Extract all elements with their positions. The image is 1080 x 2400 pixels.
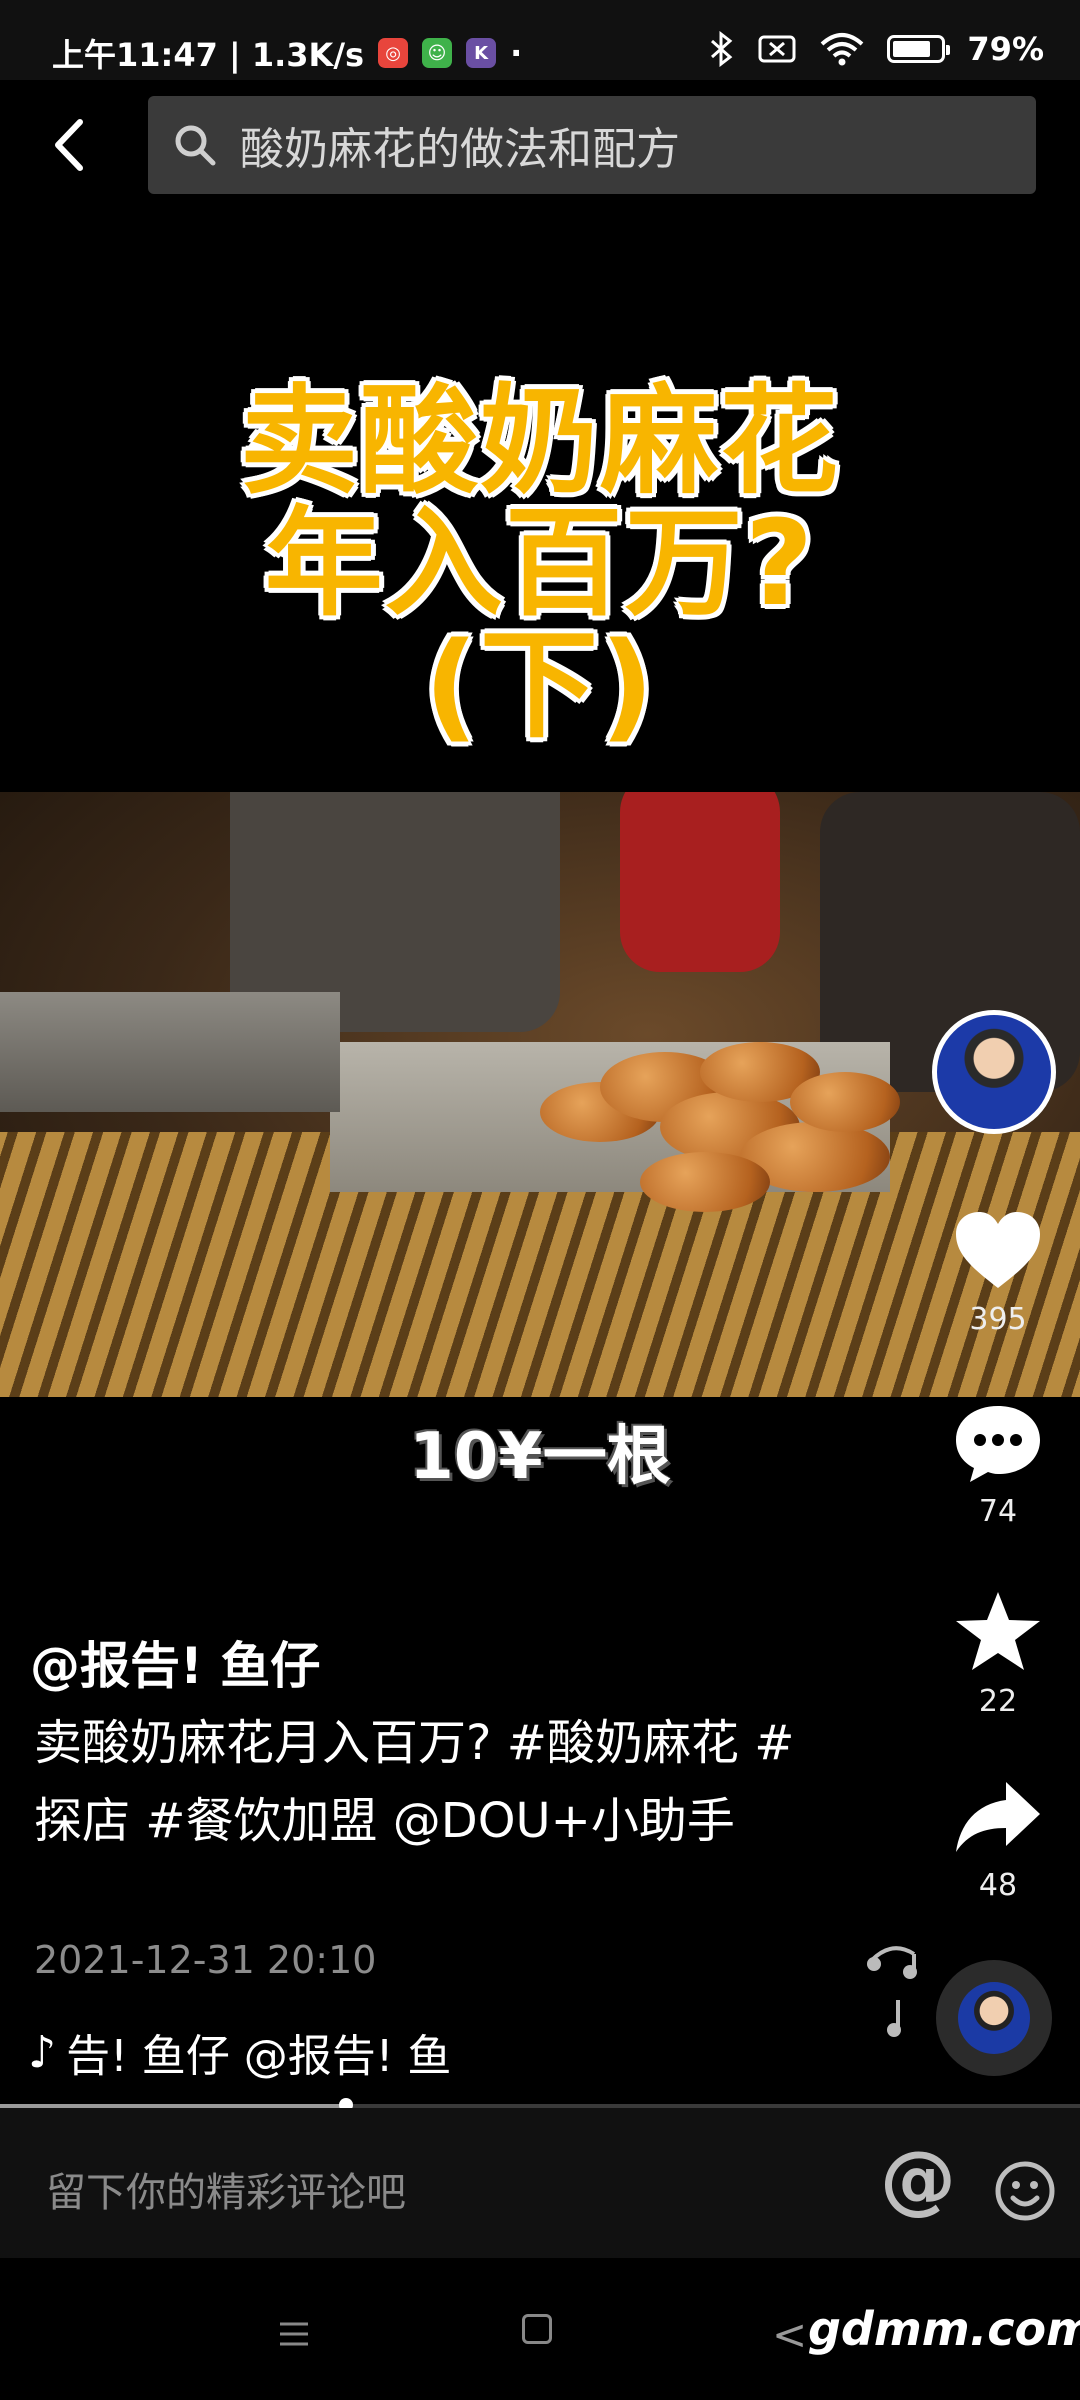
post-date: 2021-12-31 20:10 — [34, 1938, 377, 1982]
video-title-overlay: 卖酸奶麻花 年入百万? (下) — [0, 380, 1080, 746]
battery-percent: 79% — [967, 30, 1044, 68]
home-button[interactable] — [522, 2314, 552, 2344]
status-bar: 上午11:47 | 1.3K/s ◎ ☺ K · 79% — [0, 0, 1080, 80]
share-count: 48 — [978, 1868, 1018, 1903]
bluetooth-icon — [711, 31, 733, 67]
comment-bar: 留下你的精彩评论吧 @ — [0, 2108, 1080, 2258]
floating-notes-icon — [867, 1946, 917, 2037]
video-title-line-2: 年入百万? — [264, 494, 816, 632]
music-disc[interactable] — [936, 1960, 1052, 2076]
app-notification-icon: ☺ — [422, 38, 453, 68]
comment-input[interactable]: 留下你的精彩评论吧 — [46, 2160, 406, 2218]
status-dot: · — [510, 34, 523, 72]
status-left: 上午11:47 | 1.3K/s ◎ ☺ K · — [52, 30, 522, 76]
share-arrow-icon — [956, 1782, 1040, 1852]
video-subtitle: 10¥一根 — [409, 1420, 671, 1494]
status-time-network: 上午11:47 | 1.3K/s — [52, 36, 365, 74]
battery-icon — [887, 35, 951, 63]
comment-count: 74 — [978, 1494, 1018, 1529]
video-player[interactable] — [0, 792, 1080, 1397]
system-nav-bar: < gdmm.com — [0, 2258, 1080, 2400]
search-icon — [175, 125, 216, 166]
recent-apps-icon[interactable] — [276, 2318, 312, 2350]
video-tray-left — [0, 992, 340, 1112]
search-input[interactable]: 酸奶麻花的做法和配方 — [148, 96, 1036, 194]
favorite-button[interactable]: 22 — [940, 1590, 1056, 1719]
video-person-right — [620, 792, 780, 972]
favorite-count: 22 — [978, 1684, 1018, 1719]
author-name[interactable]: @报告! 鱼仔 — [30, 1626, 320, 1698]
like-button[interactable]: 395 — [940, 1208, 1056, 1337]
share-button[interactable]: 48 — [940, 1778, 1056, 1903]
music-marquee[interactable]: ♪ 告! 鱼仔 @报告! 鱼 — [28, 2020, 528, 2084]
like-count: 395 — [969, 1302, 1027, 1337]
k-app-icon: K — [466, 38, 497, 68]
comment-button[interactable]: 74 — [940, 1400, 1056, 1529]
emoji-icon[interactable] — [994, 2160, 1056, 2222]
video-twist-7 — [790, 1072, 900, 1132]
watermark-text: gdmm.com — [808, 2302, 1080, 2356]
comment-icon — [956, 1406, 1040, 1482]
video-twist-6 — [640, 1152, 770, 1212]
status-right: 79% — [709, 30, 1044, 68]
video-title-line-1: 卖酸奶麻花 — [239, 372, 840, 510]
search-query: 酸奶麻花的做法和配方 — [240, 124, 680, 175]
netease-music-icon: ◎ — [378, 38, 409, 68]
wifi-icon — [821, 33, 864, 66]
music-disc-avatar — [958, 1982, 1030, 2054]
video-title-line-3: (下) — [424, 616, 656, 754]
post-description: 卖酸奶麻花月入百万? #酸奶麻花 #探店 #餐饮加盟 @DOU+小助手 — [34, 1715, 795, 1849]
star-icon — [956, 1592, 1040, 1670]
back-arrow-icon[interactable] — [40, 110, 100, 180]
sim-off-icon — [758, 35, 796, 63]
music-title: 告! 鱼仔 @报告! 鱼 — [66, 2031, 452, 2082]
nav-back-button[interactable]: < — [772, 2310, 807, 2359]
heart-icon — [956, 1212, 1040, 1288]
mention-button[interactable]: @ — [880, 2134, 956, 2223]
music-note-icon: ♪ — [28, 2026, 57, 2078]
author-avatar[interactable] — [932, 1010, 1056, 1134]
